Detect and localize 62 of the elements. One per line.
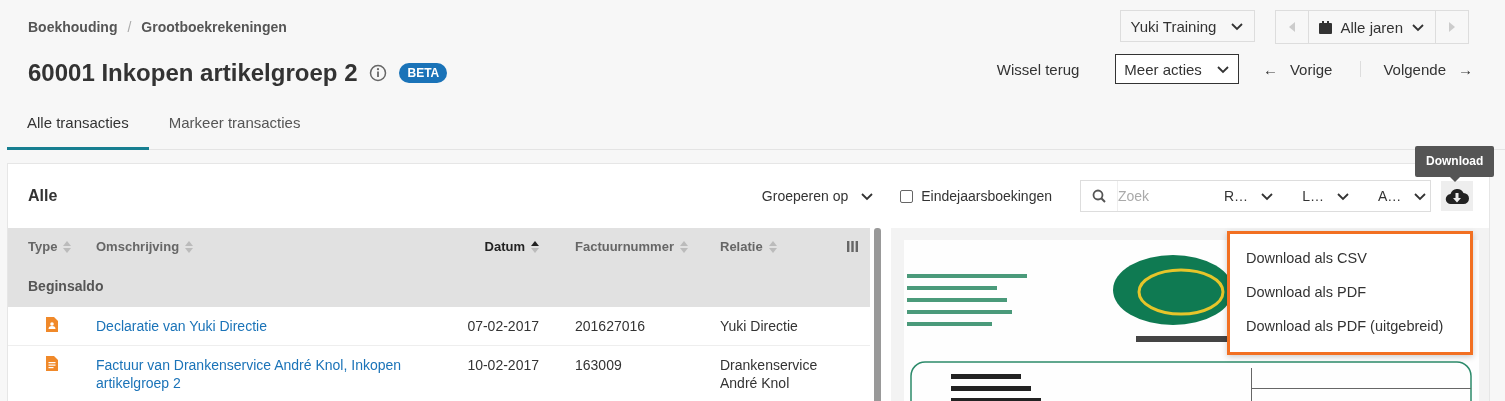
filter-dropdown[interactable]: A… [1363, 188, 1442, 204]
date-cell: 10-02-2017 [467, 356, 539, 374]
search-icon [1092, 189, 1106, 203]
column-header[interactable]: Datum [461, 228, 557, 265]
chevron-down-icon [1411, 21, 1425, 33]
panel-title: Alle [28, 187, 59, 205]
menu-item[interactable]: Download als PDF (uitgebreid) [1230, 310, 1470, 344]
previous-button[interactable]: ← Vorige [1262, 60, 1333, 78]
sort-icon [679, 240, 688, 253]
year-select[interactable]: Alle jaren [1308, 11, 1436, 43]
checkbox[interactable] [900, 189, 914, 203]
document-icon [46, 356, 58, 371]
chevron-down-icon [1260, 190, 1275, 202]
sort-icon [185, 240, 194, 253]
menu-item[interactable]: Download als CSV [1230, 242, 1470, 276]
relation-cell-text: Drankenservice André Knol [720, 356, 819, 392]
next-button[interactable]: Volgende → [1383, 60, 1473, 78]
column-header[interactable]: Omschrijving [96, 228, 461, 265]
cloud-download-icon [1445, 187, 1469, 205]
group-row: Beginsaldo [8, 265, 870, 307]
download-button[interactable] [1441, 181, 1473, 211]
breadcrumb-separator: / [127, 19, 132, 35]
column-header[interactable]: Relatie [702, 228, 834, 265]
tab[interactable]: Markeer transacties [148, 114, 321, 150]
column-header[interactable]: Type [8, 228, 96, 265]
invoice-number-cell: 163009 [575, 356, 622, 374]
calendar-icon [1319, 20, 1333, 34]
chevron-down-icon [860, 190, 875, 202]
tab[interactable]: Alle transacties [7, 114, 149, 150]
column-settings-icon[interactable] [846, 241, 858, 252]
more-actions-button[interactable]: Meer acties [1115, 54, 1239, 84]
chevron-down-icon [1413, 190, 1428, 202]
checkbox-label: Eindejaarsboekingen [921, 188, 1052, 204]
breadcrumb-link[interactable]: Boekhouding [28, 19, 118, 35]
info-icon [369, 64, 388, 82]
group-by-select[interactable]: Groeperen op [755, 187, 881, 205]
filter-dropdown[interactable]: L… [1288, 188, 1364, 204]
switch-back-link[interactable]: Wissel terug [996, 60, 1080, 78]
scrollbar[interactable] [874, 228, 881, 401]
beta-badge: BETA [399, 63, 448, 83]
caret-right-icon [1448, 22, 1456, 32]
date-cell: 07-02-2017 [467, 317, 539, 335]
transaction-link[interactable]: Declaratie van Yuki Directie [96, 317, 267, 335]
person-document-icon [46, 317, 58, 332]
transaction-link[interactable]: Factuur van Drankenservice André Knol, Inkopen artikelgroep 2 [96, 356, 461, 392]
column-header[interactable]: Factuurnummer [557, 228, 702, 265]
chevron-down-icon [1335, 190, 1350, 202]
sort-icon [768, 240, 777, 253]
tooltip-pointer-icon [1449, 177, 1460, 182]
sort-icon [63, 240, 72, 253]
page-title: 60001 Inkopen artikelgroep 2 [28, 59, 358, 87]
filter-dropdown[interactable]: R… [1210, 188, 1289, 204]
caret-left-icon [1288, 22, 1297, 32]
invoice-number-cell: 201627016 [575, 317, 646, 335]
chevron-down-icon [1230, 20, 1245, 32]
menu-item[interactable]: Download als PDF [1230, 276, 1470, 310]
company-select[interactable]: Yuki Training [1119, 10, 1256, 42]
breadcrumb-link[interactable]: Grootboekrekeningen [141, 19, 287, 35]
chevron-down-icon [1215, 63, 1230, 75]
relation-cell: Yuki Directie [720, 317, 798, 335]
tooltip: Download [1415, 146, 1495, 177]
sort-icon [531, 240, 539, 253]
